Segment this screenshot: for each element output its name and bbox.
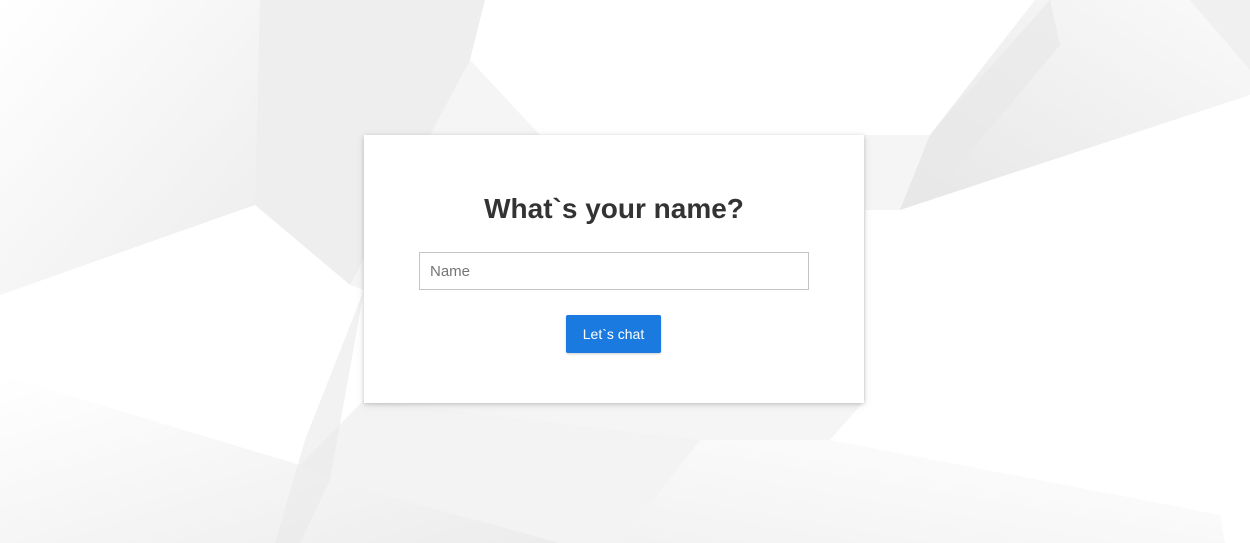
name-input[interactable] [419,252,809,290]
name-dialog: What`s your name? Let`s chat [364,135,864,403]
dialog-title: What`s your name? [484,193,744,224]
lets-chat-button[interactable]: Let`s chat [566,315,661,353]
